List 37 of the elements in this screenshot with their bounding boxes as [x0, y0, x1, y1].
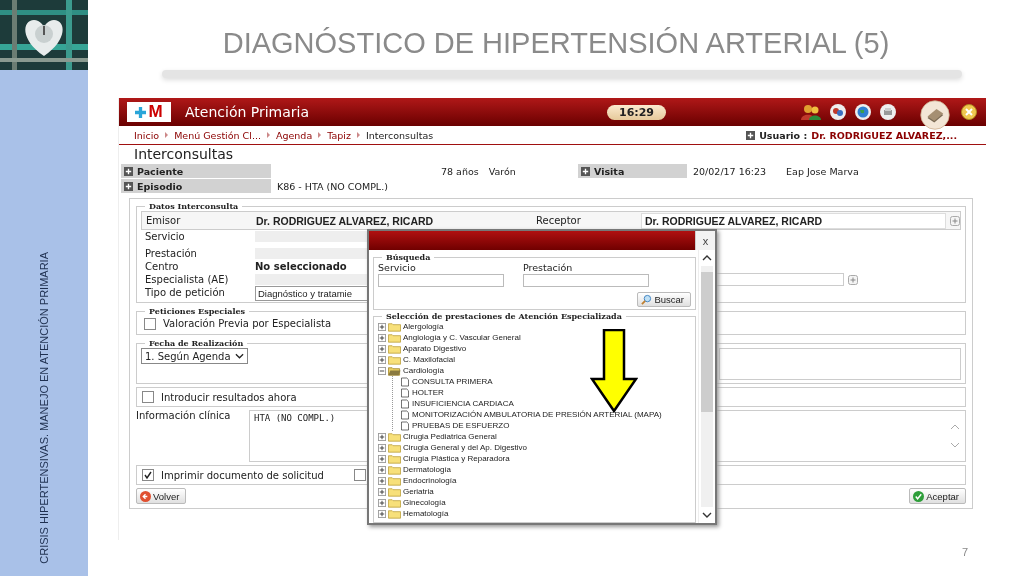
field-label: Servicio	[378, 262, 417, 273]
fieldset-legend: Peticiones Especiales	[145, 306, 250, 316]
visit-place: Eap Jose Marva	[786, 165, 859, 177]
side-caption: CRISIS HIPERTENSIVAS. MANEJO EN ATENCIÓN PRIMARIA	[38, 252, 50, 564]
field-label: Prestación	[523, 262, 574, 273]
field-label: Tipo de petición	[145, 287, 226, 298]
checkbox-label: Valoración Previa por Especialista	[163, 318, 332, 329]
field-label: Visita	[594, 165, 625, 177]
field-label: Receptor	[536, 215, 582, 226]
checkbox-label: Introducir resultados ahora	[161, 391, 297, 403]
fieldset-legend: Datos Interconsulta	[145, 201, 243, 211]
field-label: Centro	[145, 261, 180, 272]
field-label: Prestación	[145, 248, 198, 259]
field-label: Servicio	[145, 231, 186, 242]
field-label: Especialista (AE)	[145, 274, 230, 285]
app-logo: M	[127, 102, 171, 122]
fieldset-legend: Búsqueda	[382, 252, 435, 262]
user-label: Usuario :	[759, 129, 808, 141]
field-label: Emisor	[146, 215, 182, 226]
clock-time: 16:29	[607, 104, 666, 120]
user-name: Dr. RODRIGUEZ ALVAREZ,...	[811, 129, 957, 141]
field-label: Episodio	[137, 180, 183, 192]
visit-date: 20/02/17 16:23	[693, 165, 767, 177]
fieldset-legend: Fecha de Realización	[145, 338, 248, 348]
fieldset-legend: Selección de prestaciones de Atención Especializada	[382, 312, 626, 321]
slide-title: DIAGNÓSTICO DE HIPERTENSIÓN ARTERIAL (5)	[222, 26, 890, 61]
checkbox-label: Imprimir documento de solicitud	[161, 469, 324, 481]
field-label: Información clínica	[136, 410, 232, 423]
emisor-value: Dr. RODRIGUEZ ALVAREZ, RICARD	[256, 214, 435, 227]
page-number: 7	[961, 546, 968, 560]
centro-value: No seleccionado	[255, 261, 347, 272]
episode-value: K86 - HTA (NO COMPL.)	[277, 180, 388, 192]
patient-sex: Varón	[488, 165, 516, 177]
field-label: Paciente	[137, 165, 184, 177]
app-title: Atención Primaria	[185, 104, 310, 120]
patient-age: 78 años	[441, 165, 479, 177]
page-title: Interconsultas	[133, 145, 235, 164]
